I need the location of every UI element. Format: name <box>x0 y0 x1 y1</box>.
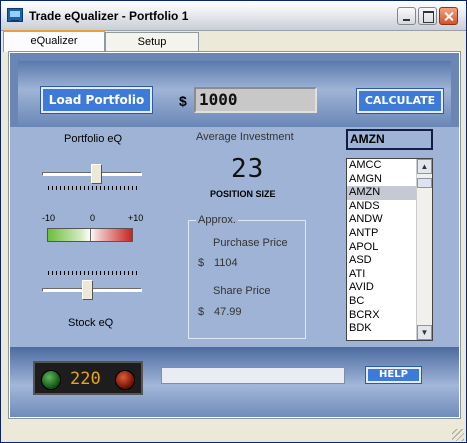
position-size-value: 23 <box>231 154 265 184</box>
progress-field <box>161 367 345 384</box>
average-investment-label: Average Investment <box>196 131 294 143</box>
stock-eq-ticks <box>48 271 140 275</box>
eq-meter <box>47 228 133 242</box>
resize-grip-icon[interactable] <box>452 429 464 441</box>
scroll-thumb[interactable] <box>417 178 432 188</box>
scale-min-label: -10 <box>42 213 56 223</box>
position-size-label: POSITION SIZE <box>210 189 276 199</box>
scroll-up-icon[interactable]: ▲ <box>417 159 432 174</box>
portfolio-eq-slider[interactable] <box>90 164 102 184</box>
ticker-list[interactable]: AMCC AMGN AMZN ANDS ANDW ANTP APOL ASD ATI AVID BC… <box>346 158 433 341</box>
purchase-price-label: Purchase Price <box>213 237 288 249</box>
app-icon <box>7 8 23 22</box>
red-lamp-icon <box>115 370 135 390</box>
purchase-price-value: 1104 <box>214 257 238 269</box>
green-lamp-icon <box>41 370 61 390</box>
load-portfolio-button[interactable]: Load Portfolio <box>40 86 153 114</box>
stock-eq-label: Stock eQ <box>68 317 114 329</box>
scale-max-label: +10 <box>128 213 144 223</box>
scroll-down-icon[interactable]: ▼ <box>417 325 432 340</box>
portfolio-eq-ticks <box>48 186 140 190</box>
main-panel: Load Portfolio $ 1000 CALCULATE Portfoli… <box>8 51 461 419</box>
stock-eq-slider[interactable] <box>82 280 94 300</box>
share-currency: $ <box>198 306 205 318</box>
tab-setup[interactable]: Setup <box>105 32 199 52</box>
footer-band: 220 HELP <box>10 347 459 417</box>
share-price-label: Share Price <box>213 285 271 297</box>
close-icon[interactable] <box>439 7 458 25</box>
help-button[interactable]: HELP <box>365 366 422 384</box>
title-bar[interactable]: Trade eQualizer - Portfolio 1 <box>1 1 466 31</box>
calculate-button[interactable]: CALCULATE <box>356 88 444 114</box>
portfolio-eq-label: Portfolio eQ <box>64 133 123 145</box>
status-bar <box>1 426 466 442</box>
ticker-scrollbar[interactable]: ▲ ▼ <box>416 159 432 340</box>
scale-mid-label: 0 <box>90 213 96 223</box>
maximize-icon[interactable] <box>418 7 437 25</box>
window-title: Trade eQualizer - Portfolio 1 <box>29 9 189 23</box>
amount-input[interactable]: 1000 <box>194 87 317 113</box>
tab-equalizer[interactable]: eQualizer <box>3 30 105 52</box>
signal-counter: 220 <box>33 361 143 395</box>
toolbar-band: Load Portfolio $ 1000 CALCULATE <box>18 61 451 125</box>
app-window: Trade eQualizer - Portfolio 1 eQualizer … <box>0 0 467 443</box>
currency-symbol: $ <box>179 93 187 109</box>
share-price-value: 47.99 <box>214 306 242 318</box>
equalizer-area: Portfolio eQ -10 0 +10 Stock eQ Average … <box>10 127 459 347</box>
counter-value: 220 <box>70 369 101 389</box>
minimize-icon[interactable] <box>397 7 416 25</box>
purchase-currency: $ <box>198 257 205 269</box>
approx-label: Approx. <box>196 214 238 226</box>
selected-ticker: AMZN <box>346 129 433 150</box>
meter-center-line <box>90 229 91 241</box>
